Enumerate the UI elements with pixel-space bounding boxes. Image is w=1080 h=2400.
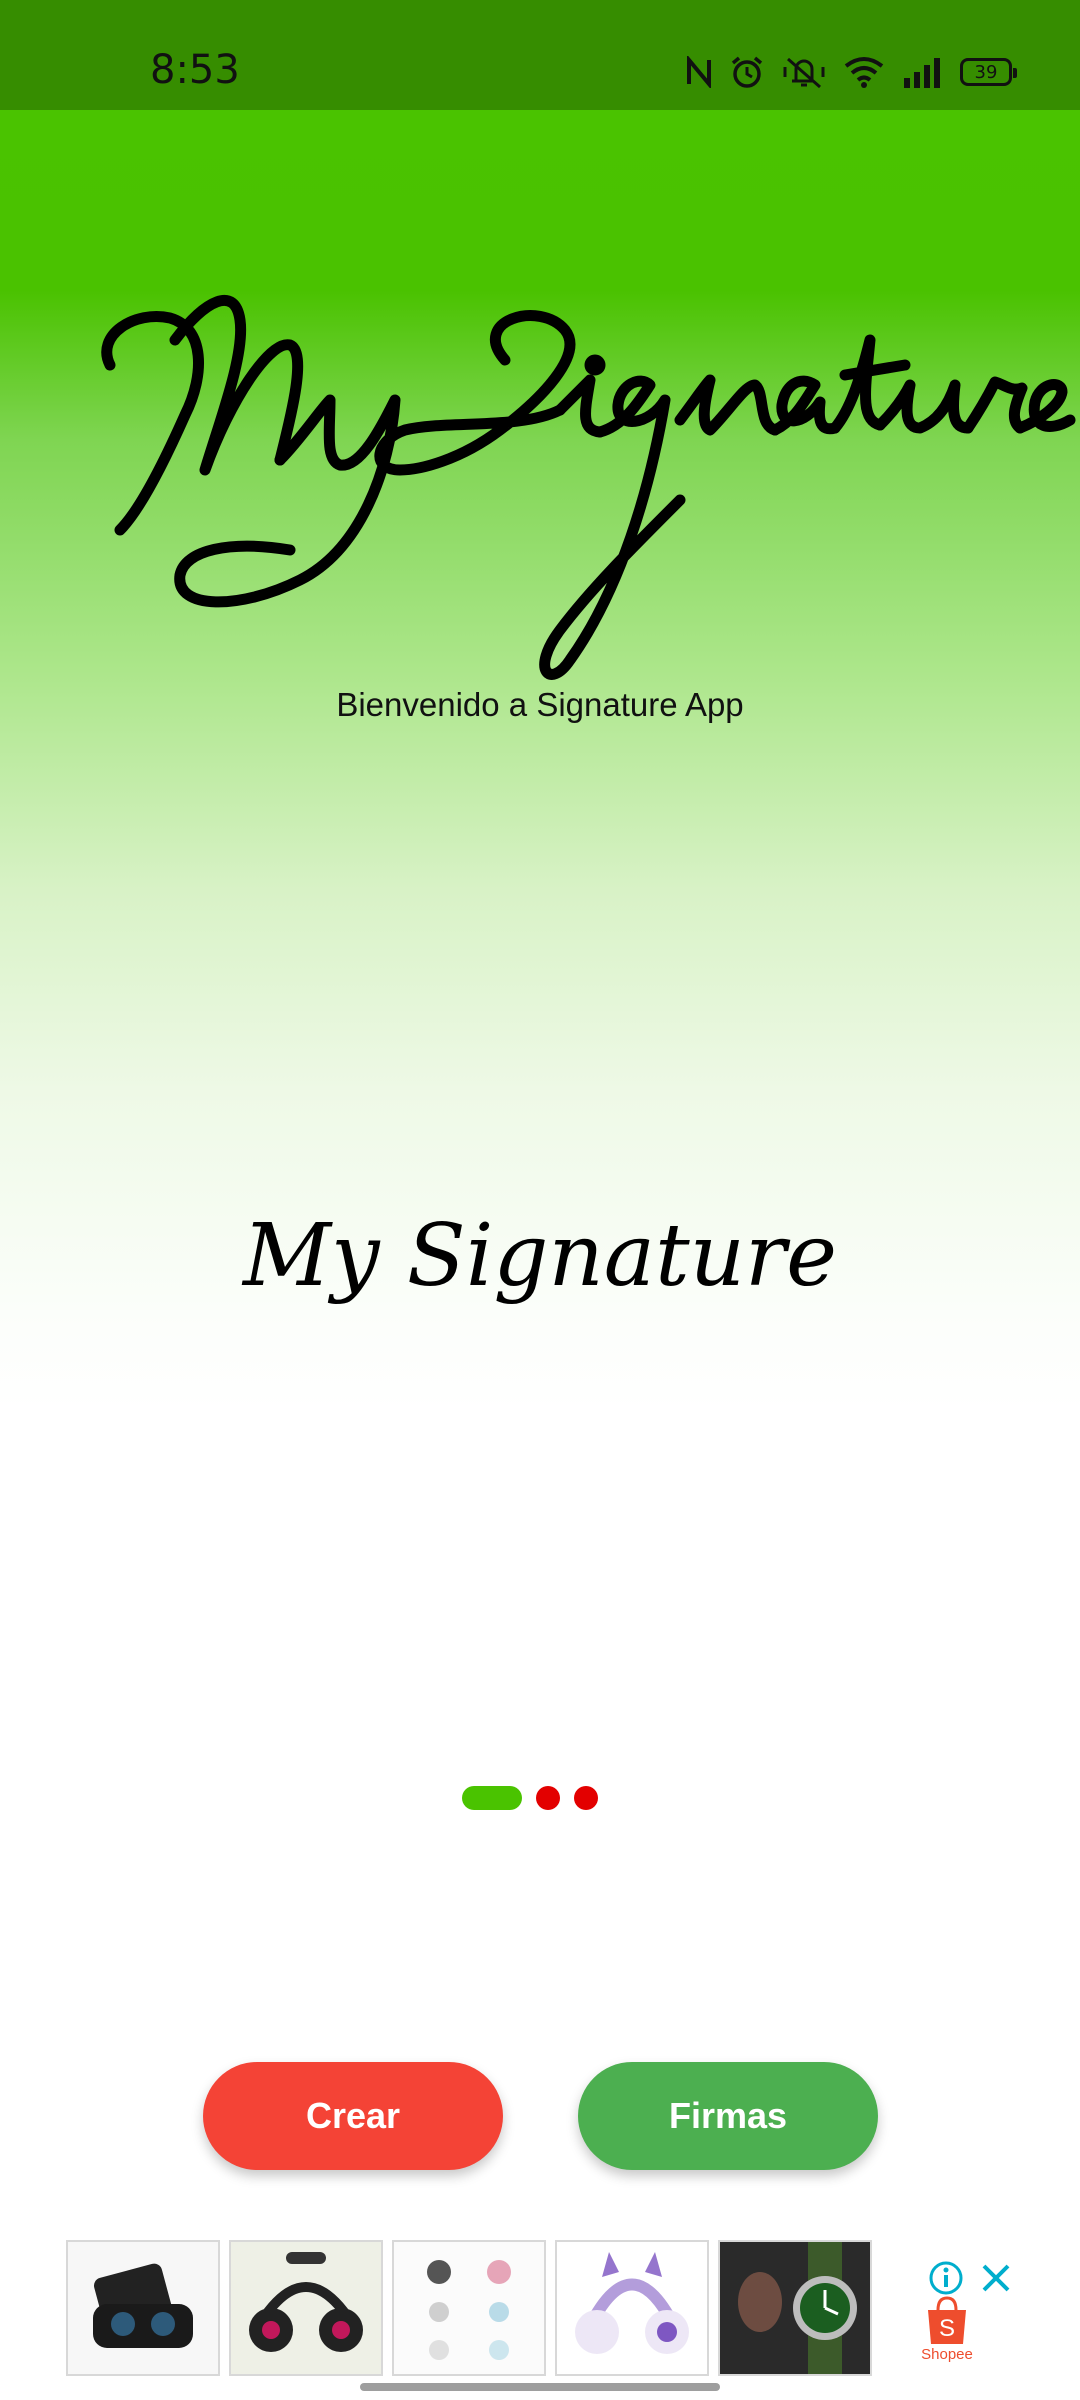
page-indicator bbox=[462, 1786, 598, 1810]
app-title-signature bbox=[101, 294, 1076, 680]
ad-info-icon[interactable] bbox=[928, 2260, 964, 2296]
welcome-text: Bienvenido a Signature App bbox=[336, 686, 744, 723]
status-icons: 39 bbox=[686, 52, 1017, 92]
page-dot bbox=[574, 1786, 598, 1810]
ad-product-watch[interactable] bbox=[718, 2240, 872, 2376]
svg-text:S: S bbox=[939, 2315, 955, 2342]
signal-icon bbox=[902, 56, 942, 88]
battery-icon: 39 bbox=[960, 58, 1017, 86]
nfc-icon bbox=[686, 56, 712, 88]
advertiser-label: Shopee bbox=[921, 2346, 973, 2363]
logo-text: My Signature bbox=[241, 1206, 837, 1306]
signatures-button[interactable]: Firmas bbox=[578, 2062, 878, 2170]
status-bar: 8:53 39 bbox=[0, 0, 1080, 110]
ad-product-earbuds[interactable] bbox=[66, 2240, 220, 2376]
page-dot-active bbox=[462, 1786, 522, 1810]
ad-product-headphones[interactable] bbox=[229, 2240, 383, 2376]
home-indicator[interactable] bbox=[360, 2383, 720, 2391]
alarm-icon bbox=[730, 55, 764, 89]
app-logo-signature: My Signature bbox=[241, 1206, 837, 1306]
ad-banner[interactable]: S Shopee bbox=[0, 2232, 1080, 2400]
silent-icon bbox=[782, 55, 826, 89]
page-dot bbox=[536, 1786, 560, 1810]
ad-close-icon[interactable] bbox=[978, 2260, 1014, 2296]
shopee-bag-icon[interactable]: S bbox=[924, 2294, 970, 2346]
wifi-icon bbox=[844, 56, 884, 88]
create-button[interactable]: Crear bbox=[203, 2062, 503, 2170]
ad-product-purple-headphones[interactable] bbox=[555, 2240, 709, 2376]
status-time: 8:53 bbox=[150, 47, 240, 93]
ad-product-cat-headsets[interactable] bbox=[392, 2240, 546, 2376]
